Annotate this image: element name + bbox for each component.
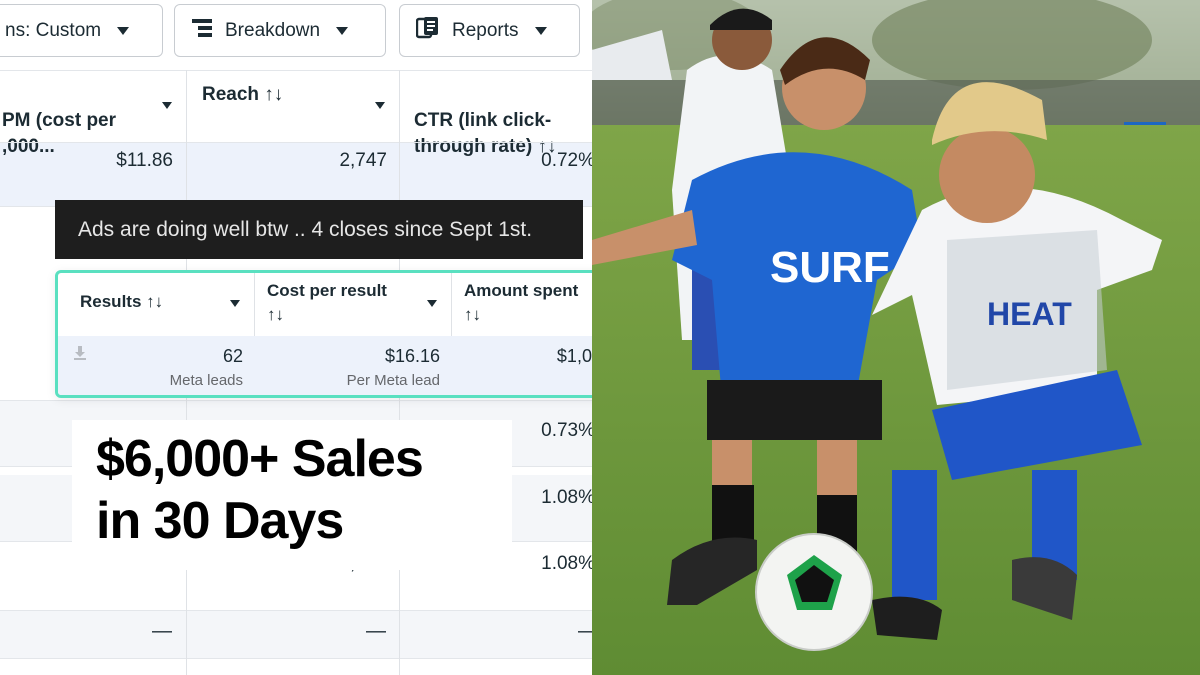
reach-empty: — xyxy=(366,620,386,642)
cpm-empty: — xyxy=(152,620,172,642)
sort-caret-icon[interactable] xyxy=(375,102,385,109)
chevron-down-icon xyxy=(534,26,547,35)
reports-icon xyxy=(415,16,440,46)
divider xyxy=(0,400,592,401)
column-header-reach[interactable]: Reach ↑↓ xyxy=(188,70,400,142)
sort-caret-icon[interactable] xyxy=(427,300,437,307)
column-header-ctr[interactable]: CTR (link click- through rate) ↑↓ xyxy=(400,70,592,157)
divider xyxy=(0,70,592,71)
divider xyxy=(0,142,592,143)
results-subtext: Meta leads xyxy=(169,372,243,389)
divider xyxy=(0,610,592,611)
cost-per-result-header[interactable]: Cost per result ↑↓ xyxy=(267,279,387,327)
ctr-value: 0.72% xyxy=(541,150,592,171)
table-row-shade xyxy=(0,610,592,658)
results-header[interactable]: Results ↑↓ xyxy=(80,290,163,314)
reports-label: Reports xyxy=(452,19,519,41)
ctr-empty: — xyxy=(578,620,592,643)
download-icon[interactable] xyxy=(72,345,88,366)
soccer-players-illustration: SURF HEAT xyxy=(592,0,1200,675)
reports-dropdown[interactable]: Reports xyxy=(399,4,580,57)
breakdown-label: Breakdown xyxy=(225,19,321,41)
reach-header-label: Reach ↑↓ xyxy=(202,84,284,105)
cost-per-result-subtext: Per Meta lead xyxy=(346,372,440,389)
results-highlight-card: Results ↑↓ Cost per result ↑↓ Amount spe… xyxy=(55,270,652,398)
headline: $6,000+ Sales in 30 Days xyxy=(96,428,576,552)
sort-caret-icon[interactable] xyxy=(230,300,240,307)
soccer-photo: SURF HEAT xyxy=(592,0,1200,675)
chevron-down-icon xyxy=(336,26,349,35)
amount-spent-header[interactable]: Amount spent ↑↓ xyxy=(464,279,578,327)
breakdown-icon xyxy=(191,17,213,45)
chevron-down-icon xyxy=(117,26,130,35)
reach-value: 2,747 xyxy=(339,150,387,171)
columns-dropdown[interactable]: ns: Custom xyxy=(0,4,163,57)
results-value: 62 xyxy=(222,346,243,366)
chat-message-text: Ads are doing well btw .. 4 closes since… xyxy=(78,217,533,241)
columns-label: ns: Custom xyxy=(5,19,102,41)
cost-per-result-value: $16.16 xyxy=(384,346,440,366)
headline-line-2: in 30 Days xyxy=(96,492,344,550)
jersey-text-heat: HEAT xyxy=(987,296,1072,332)
divider xyxy=(0,658,592,659)
sort-caret-icon[interactable] xyxy=(162,102,172,109)
jersey-text-surf: SURF xyxy=(770,243,890,292)
breakdown-dropdown[interactable]: Breakdown xyxy=(174,4,386,57)
column-header-cpm[interactable]: PM (cost per ,000... xyxy=(0,70,186,157)
cpm-value: $11.86 xyxy=(116,150,173,171)
chat-message: Ads are doing well btw .. 4 closes since… xyxy=(55,200,583,259)
headline-line-1: $6,000+ Sales xyxy=(96,430,424,488)
